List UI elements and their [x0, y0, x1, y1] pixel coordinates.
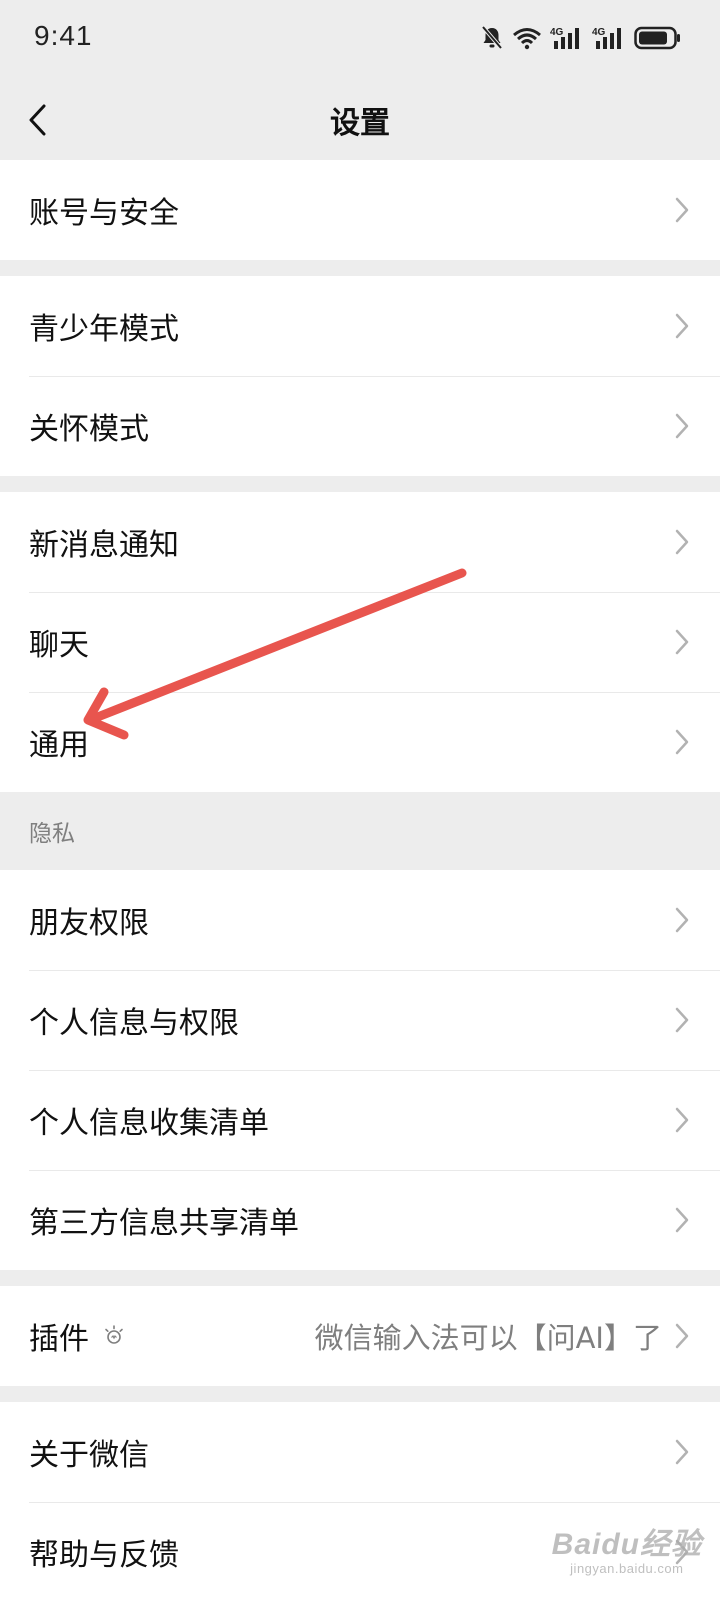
group-general: 新消息通知 聊天 通用: [0, 492, 720, 792]
item-label: 账号与安全: [29, 196, 179, 231]
status-icons: 4G 4G: [480, 22, 682, 54]
item-label: 通用: [29, 728, 89, 763]
network-label-1: 4G: [550, 27, 564, 38]
settings-item-personal-info-permissions[interactable]: 个人信息与权限: [0, 970, 720, 1070]
settings-item-general[interactable]: 通用: [0, 692, 720, 792]
settings-item-about[interactable]: 关于微信: [0, 1402, 720, 1502]
bulb-icon: [105, 1325, 123, 1344]
item-label: 关怀模式: [29, 412, 149, 447]
page-title: 设置: [330, 106, 390, 141]
settings-item-friend-permissions[interactable]: 朋友权限: [0, 870, 720, 970]
watermark: Baidu经验 jingyan.baidu.com: [552, 1519, 702, 1576]
group-account: 账号与安全: [0, 160, 720, 260]
settings-item-teen-mode[interactable]: 青少年模式: [0, 276, 720, 376]
group-privacy: 朋友权限 个人信息与权限 个人信息收集清单 第三方信息共享清单: [0, 870, 720, 1270]
watermark-main: Baidu经验: [551, 1528, 702, 1561]
settings-item-account-security[interactable]: 账号与安全: [0, 160, 720, 260]
settings-item-care-mode[interactable]: 关怀模式: [0, 376, 720, 476]
section-header-label: 隐私: [29, 821, 75, 847]
settings-item-plugins[interactable]: 插件 微信输入法可以【问AI】了: [0, 1286, 720, 1386]
section-header-privacy: 隐私: [0, 792, 720, 870]
chevron-right-icon: [675, 729, 689, 755]
item-label: 插件: [29, 1322, 89, 1357]
settings-list: 账号与安全 青少年模式 关怀模式 新消息通知 聊天 通用 隐私 朋友权限 个人信…: [0, 160, 720, 1600]
item-label: 聊天: [29, 628, 89, 663]
chevron-right-icon: [675, 1107, 689, 1133]
chevron-right-icon: [675, 413, 689, 439]
settings-item-notifications[interactable]: 新消息通知: [0, 492, 720, 592]
status-bar: 9:41 4G 4G: [0, 0, 720, 80]
plugins-hint: 微信输入法可以【问AI】了: [314, 1321, 662, 1355]
chevron-right-icon: [675, 197, 689, 223]
settings-item-chat[interactable]: 聊天: [0, 592, 720, 692]
wifi-icon: [512, 26, 542, 50]
item-label: 朋友权限: [29, 906, 149, 941]
item-label: 关于微信: [29, 1438, 149, 1473]
signal-4g-icon: 4G: [592, 25, 626, 51]
bell-muted-icon: [480, 25, 504, 51]
chevron-right-icon: [675, 1007, 689, 1033]
item-label: 新消息通知: [29, 528, 179, 563]
status-time: 9:41: [34, 20, 93, 51]
chevron-right-icon: [675, 529, 689, 555]
item-label: 个人信息与权限: [29, 1006, 239, 1041]
settings-item-third-party-sharing[interactable]: 第三方信息共享清单: [0, 1170, 720, 1270]
group-modes: 青少年模式 关怀模式: [0, 276, 720, 476]
chevron-right-icon: [675, 1439, 689, 1465]
item-label: 帮助与反馈: [29, 1538, 179, 1573]
battery-icon: [634, 25, 682, 51]
nav-bar: 设置: [0, 80, 720, 160]
item-label: 第三方信息共享清单: [29, 1206, 299, 1241]
chevron-right-icon: [675, 313, 689, 339]
chevron-right-icon: [675, 1323, 689, 1349]
item-label: 青少年模式: [29, 312, 179, 347]
settings-item-personal-info-collection[interactable]: 个人信息收集清单: [0, 1070, 720, 1170]
chevron-right-icon: [675, 1207, 689, 1233]
item-label: 个人信息收集清单: [29, 1106, 269, 1141]
group-plugins: 插件 微信输入法可以【问AI】了: [0, 1286, 720, 1386]
chevron-right-icon: [675, 907, 689, 933]
watermark-sub: jingyan.baidu.com: [570, 1561, 684, 1576]
network-label-2: 4G: [592, 27, 606, 38]
signal-4g-icon: 4G: [550, 25, 584, 51]
chevron-right-icon: [675, 629, 689, 655]
